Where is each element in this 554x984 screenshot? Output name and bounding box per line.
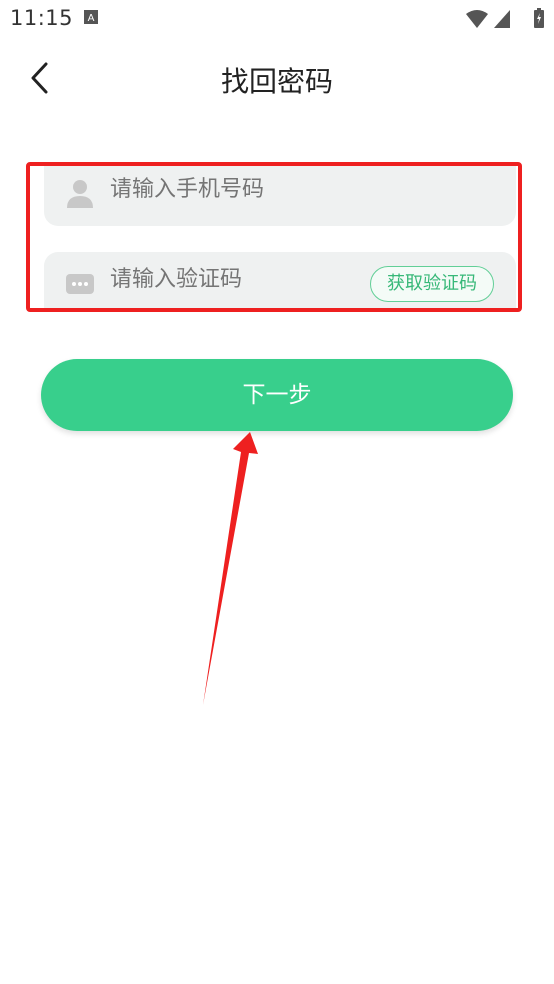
phone-input[interactable] xyxy=(110,177,360,202)
a-notification-icon: A xyxy=(84,10,98,24)
next-step-button[interactable]: 下一步 xyxy=(41,359,513,431)
phone-field[interactable] xyxy=(44,166,516,226)
user-icon xyxy=(67,180,93,208)
message-icon xyxy=(66,274,94,294)
page-title: 找回密码 xyxy=(220,65,333,98)
wifi-icon xyxy=(466,10,488,28)
battery-icon xyxy=(534,8,544,28)
nav-bar: 找回密码 xyxy=(0,48,554,108)
code-field[interactable]: 获取验证码 xyxy=(44,252,516,308)
code-input[interactable] xyxy=(110,267,360,292)
status-bar: 11:15 A xyxy=(0,0,554,38)
form-highlight-box: 获取验证码 xyxy=(26,162,522,312)
annotation-arrow-icon xyxy=(203,432,258,705)
svg-text:A: A xyxy=(88,13,95,24)
status-time: 11:15 xyxy=(10,6,74,30)
get-code-button[interactable]: 获取验证码 xyxy=(370,266,494,302)
signal-icon xyxy=(494,10,510,28)
